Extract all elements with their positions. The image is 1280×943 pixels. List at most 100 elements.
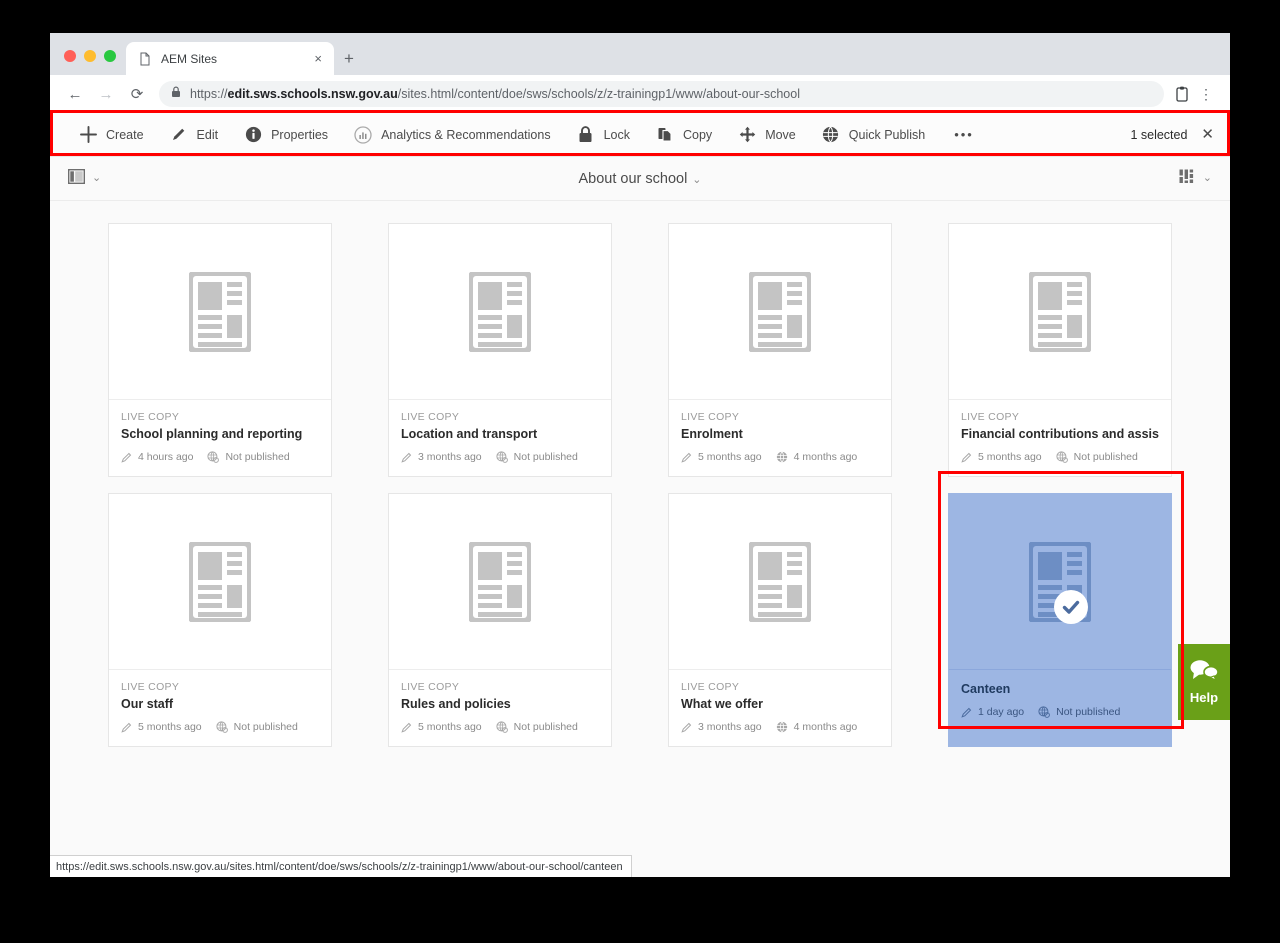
- page-title: About our school: [578, 170, 688, 187]
- live-copy-badge: LIVE COPY: [961, 411, 1020, 423]
- edit-label: Edit: [196, 127, 219, 142]
- view-switcher[interactable]: ⌄: [1179, 169, 1212, 189]
- content-header-bar: ⌄ About our school ⌄ ⌄: [50, 157, 1230, 201]
- lock-button[interactable]: Lock: [564, 113, 643, 157]
- card-thumbnail[interactable]: [949, 494, 1171, 670]
- rail-toggle[interactable]: ⌄: [67, 168, 101, 189]
- browser-toolbar: ← → ⟳ https://edit.sws.schools.nsw.gov.a…: [50, 75, 1230, 113]
- chevron-down-icon[interactable]: ⌄: [1203, 173, 1212, 184]
- card-thumbnail[interactable]: [669, 494, 891, 670]
- card-publish-status: Not published: [1056, 451, 1138, 463]
- card-thumbnail[interactable]: [949, 224, 1171, 400]
- pencil-icon: [121, 452, 132, 463]
- card-publish-label: Not published: [1073, 451, 1138, 463]
- card-modified-label: 5 months ago: [138, 721, 202, 733]
- reload-icon[interactable]: ⟳: [124, 81, 150, 107]
- new-tab-button[interactable]: +: [344, 50, 354, 67]
- globe-icon: [496, 721, 508, 733]
- page-card-selected[interactable]: Canteen 1 day ago Not published: [948, 493, 1172, 747]
- clear-selection-icon[interactable]: ✕: [1201, 127, 1216, 142]
- globe-icon: [1056, 451, 1068, 463]
- chat-bubbles-icon: [1189, 659, 1219, 686]
- move-button[interactable]: Move: [725, 113, 809, 157]
- card-modified-label: 3 months ago: [418, 451, 482, 463]
- plus-icon: [79, 126, 97, 144]
- url-path: /sites.html/content/doe/sws/schools/z/z-…: [397, 87, 800, 101]
- pencil-icon: [121, 722, 132, 733]
- profile-icon[interactable]: [1170, 82, 1194, 106]
- maximize-window-button[interactable]: [104, 50, 116, 62]
- page-card[interactable]: LIVE COPY Financial contributions and as…: [948, 223, 1172, 477]
- card-thumbnail[interactable]: [389, 224, 611, 400]
- card-view-icon: [1179, 169, 1196, 189]
- aem-sites-app: Create Edit Properties Analytics & Recom…: [50, 113, 1230, 877]
- selection-count-label: 1 selected: [1130, 127, 1188, 142]
- globe-icon: [776, 721, 788, 733]
- card-publish-status: Not published: [207, 451, 290, 463]
- card-publish-status: Not published: [496, 451, 578, 463]
- copy-button[interactable]: Copy: [643, 113, 725, 157]
- more-actions-button[interactable]: •••: [938, 113, 990, 157]
- page-thumbnail-icon: [469, 271, 531, 352]
- card-status-row: 5 months ago Not published: [121, 721, 319, 733]
- card-modified-label: 1 day ago: [978, 706, 1025, 718]
- page-card[interactable]: LIVE COPY Rules and policies 5 months ag…: [388, 493, 612, 747]
- chevron-down-icon[interactable]: ⌄: [692, 174, 701, 186]
- live-copy-badge: LIVE COPY: [401, 681, 460, 693]
- page-card[interactable]: LIVE COPY Enrolment 5 months ago 4 month…: [668, 223, 892, 477]
- help-widget-button[interactable]: Help: [1178, 644, 1230, 720]
- card-thumbnail[interactable]: [389, 494, 611, 670]
- card-modified-status: 1 day ago: [961, 706, 1024, 718]
- selection-action-toolbar: Create Edit Properties Analytics & Recom…: [50, 113, 1230, 157]
- card-thumbnail[interactable]: [109, 494, 331, 670]
- browser-tab[interactable]: AEM Sites ×: [126, 42, 334, 75]
- quick-publish-button[interactable]: Quick Publish: [809, 113, 938, 157]
- page-thumbnail-icon: [749, 541, 811, 622]
- card-metadata: LIVE COPY Location and transport 3 month…: [389, 400, 611, 476]
- page-card[interactable]: LIVE COPY Our staff 5 months ago Not pub…: [108, 493, 332, 747]
- selected-check-icon: [1054, 589, 1088, 624]
- info-icon: [244, 126, 262, 144]
- card-publish-label: 4 months ago: [793, 451, 858, 463]
- page-card[interactable]: LIVE COPY Location and transport 3 month…: [388, 223, 612, 477]
- live-copy-badge: LIVE COPY: [681, 681, 740, 693]
- card-title: Financial contributions and assistance: [961, 427, 1159, 441]
- pencil-icon: [401, 452, 412, 463]
- page-thumbnail-icon: [189, 271, 251, 352]
- page-card[interactable]: LIVE COPY What we offer 3 months ago 4 m…: [668, 493, 892, 747]
- live-copy-badge: LIVE COPY: [121, 411, 180, 423]
- card-modified-status: 3 months ago: [681, 721, 762, 733]
- address-bar[interactable]: https://edit.sws.schools.nsw.gov.au/site…: [159, 81, 1164, 107]
- browser-menu-icon[interactable]: ⋮: [1194, 82, 1218, 106]
- analytics-recommendations-button[interactable]: Analytics & Recommendations: [341, 113, 564, 157]
- globe-icon: [216, 721, 228, 733]
- page-card[interactable]: LIVE COPY School planning and reporting …: [108, 223, 332, 477]
- card-title: Location and transport: [401, 427, 538, 441]
- card-thumbnail[interactable]: [109, 224, 331, 400]
- card-title: School planning and reporting: [121, 427, 303, 441]
- properties-button[interactable]: Properties: [231, 113, 341, 157]
- forward-icon[interactable]: →: [93, 81, 119, 107]
- card-metadata: LIVE COPY Financial contributions and as…: [949, 400, 1171, 476]
- omnibox-actions: ⋮: [1170, 82, 1218, 106]
- card-thumbnail[interactable]: [669, 224, 891, 400]
- back-icon[interactable]: ←: [62, 81, 88, 107]
- minimize-window-button[interactable]: [84, 50, 96, 62]
- card-publish-label: Not published: [1056, 706, 1121, 718]
- card-title: Rules and policies: [401, 697, 511, 711]
- page-card-grid: LIVE COPY School planning and reporting …: [50, 201, 1230, 747]
- create-button[interactable]: Create: [66, 113, 157, 157]
- browser-tab-strip: AEM Sites × +: [50, 33, 1230, 75]
- card-status-row: 5 months ago Not published: [961, 451, 1159, 463]
- globe-icon: [822, 126, 840, 144]
- close-window-button[interactable]: [64, 50, 76, 62]
- url-host: edit.sws.schools.nsw.gov.au: [227, 87, 398, 101]
- pencil-icon: [170, 126, 188, 144]
- globe-icon: [1038, 706, 1051, 718]
- chevron-down-icon[interactable]: ⌄: [92, 173, 101, 184]
- pencil-icon: [681, 722, 692, 733]
- close-icon[interactable]: ×: [310, 50, 326, 67]
- card-modified-status: 5 months ago: [681, 451, 762, 463]
- edit-button[interactable]: Edit: [157, 113, 232, 157]
- card-modified-status: 5 months ago: [401, 721, 482, 733]
